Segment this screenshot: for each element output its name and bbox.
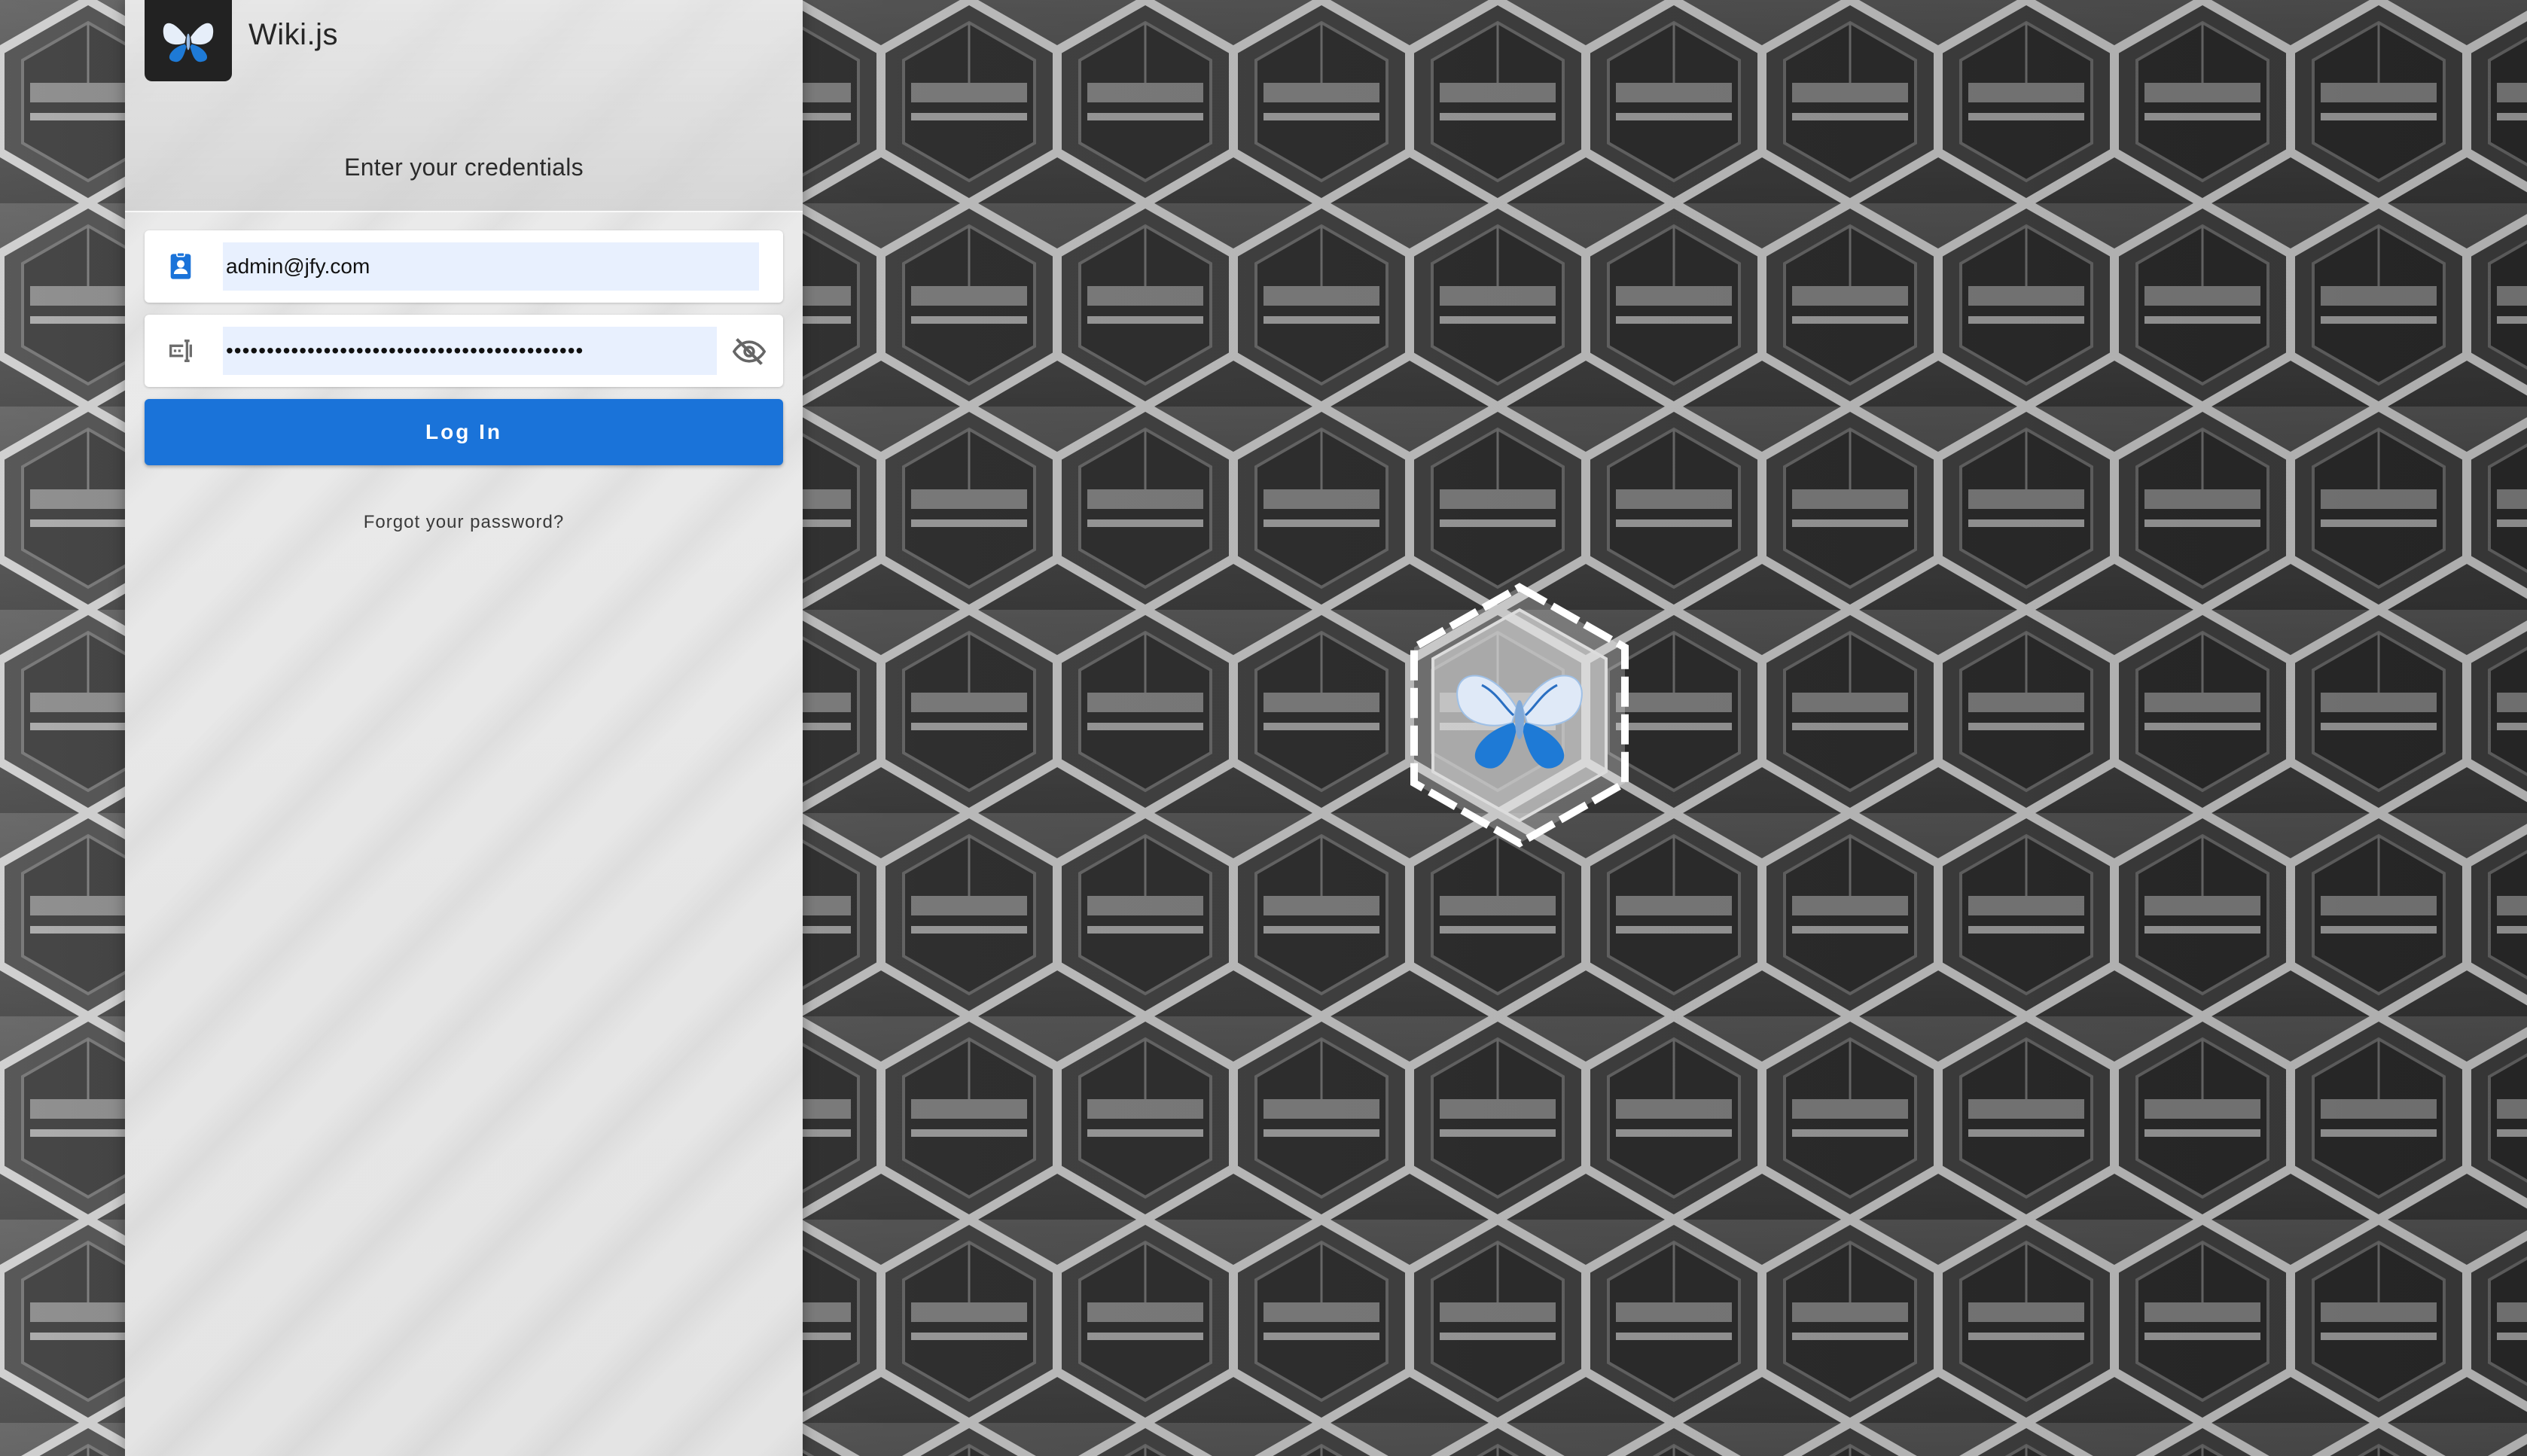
- password-input[interactable]: [223, 327, 717, 375]
- wikijs-butterfly-icon: [163, 23, 214, 62]
- app-logo: [145, 0, 232, 81]
- email-input[interactable]: [223, 242, 759, 291]
- login-page: Wiki.js Enter your credentials admin@jfy…: [0, 0, 2527, 1456]
- login-header: Wiki.js Enter your credentials: [125, 0, 803, 212]
- login-subtitle: Enter your credentials: [344, 154, 584, 181]
- center-emblem: [1399, 580, 1640, 851]
- email-field[interactable]: [145, 230, 783, 303]
- eye-off-icon[interactable]: [732, 334, 767, 369]
- password-field[interactable]: [145, 315, 783, 387]
- login-panel: Wiki.js Enter your credentials admin@jfy…: [125, 0, 803, 1456]
- account-box-icon: [166, 251, 196, 282]
- login-button[interactable]: Log In: [145, 399, 783, 465]
- forgot-password-link[interactable]: Forgot your password?: [125, 512, 803, 533]
- app-name: Wiki.js: [248, 18, 339, 51]
- form-textbox-password-icon: [166, 336, 196, 366]
